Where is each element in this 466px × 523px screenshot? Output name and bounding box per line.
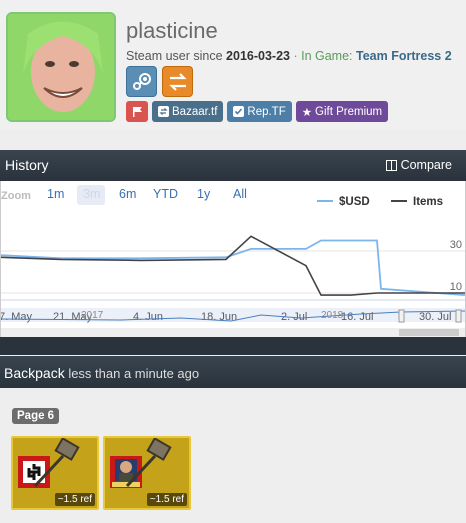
zoom-button-1y[interactable]: 1y: [197, 187, 211, 201]
navigator-handle-left[interactable]: [398, 309, 405, 323]
profile-badges: Bazaar.tf Rep.TF ★ Gift Premium: [126, 101, 389, 122]
zoom-button-YTD[interactable]: YTD: [153, 187, 178, 201]
bazaar-link[interactable]: Bazaar.tf: [152, 101, 224, 122]
navigator-scrollbar-thumb[interactable]: [399, 329, 459, 336]
navigator-handle-right[interactable]: [455, 309, 462, 323]
series-line-Items: [0, 235, 465, 296]
backpack-item[interactable]: ~1.5 ref: [11, 436, 99, 510]
backpack-panel-header: Backpack less than a minute ago: [0, 356, 466, 388]
username: plasticine: [126, 18, 218, 43]
page-label: Page 6: [12, 408, 60, 424]
history-panel-header: History Compare: [0, 150, 466, 181]
series-line-$USD: [0, 239, 466, 296]
zoom-button-All[interactable]: All: [233, 187, 247, 201]
profile-header: plasticine Steam user since 2016-03-23 ·…: [0, 0, 466, 130]
zoom-button-3m[interactable]: 3m: [83, 187, 100, 201]
compare-button[interactable]: Compare: [385, 158, 452, 172]
bazaar-icon: [158, 106, 169, 117]
since-prefix: Steam user since: [126, 49, 227, 63]
since-date: 2016-03-23: [226, 49, 290, 63]
backpack-title: Backpack: [4, 365, 65, 381]
backpack-updated: less than a minute ago: [64, 366, 200, 381]
legend-label[interactable]: Items: [413, 196, 443, 208]
history-chart-svg[interactable]: Zoom1m3m6mYTD1yAll$USDItems10307. May21.…: [0, 181, 466, 337]
legend-label[interactable]: $USD: [339, 196, 370, 208]
flag-icon: [132, 107, 142, 117]
report-button[interactable]: [126, 101, 148, 122]
ingame-prefix: · In Game:: [290, 49, 356, 63]
steam-since: Steam user since 2016-03-23 · In Game: T…: [126, 49, 452, 63]
zoom-label: Zoom: [1, 190, 31, 202]
bazaar-label: Bazaar.tf: [172, 105, 218, 118]
reptf-label: Rep.TF: [247, 105, 286, 118]
y-tick-label: 10: [450, 281, 462, 293]
columns-icon: [385, 159, 397, 171]
navigator-label: 2017: [81, 310, 104, 321]
check-icon: [233, 106, 245, 117]
star-icon: ★: [301, 106, 313, 119]
backpack-title-group: Backpack less than a minute ago: [4, 365, 199, 381]
zoom-button-6m[interactable]: 6m: [119, 187, 136, 201]
steam-profile-button[interactable]: [126, 66, 157, 97]
history-title: History: [5, 157, 49, 173]
steam-icon: [132, 72, 151, 90]
history-chart[interactable]: Zoom1m3m6mYTD1yAll$USDItems10307. May21.…: [0, 181, 466, 337]
gift-label: Gift Premium: [315, 105, 383, 118]
game-link[interactable]: Team Fortress 2: [356, 49, 452, 63]
navigator-scrollbar[interactable]: [1, 328, 465, 337]
avatar[interactable]: [6, 12, 116, 122]
gift-premium-button[interactable]: ★ Gift Premium: [295, 101, 389, 122]
zoom-button-1m[interactable]: 1m: [47, 187, 64, 201]
navigator-label: 2018: [321, 310, 344, 321]
exchange-icon: [168, 72, 187, 91]
reptf-link[interactable]: Rep.TF: [227, 101, 292, 122]
y-tick-label: 30: [450, 239, 462, 251]
compare-label: Compare: [400, 158, 452, 172]
chart-footer: [0, 337, 466, 355]
item-price: ~1.5 ref: [54, 493, 95, 506]
item-price: ~1.5 ref: [146, 493, 187, 506]
trade-offer-button[interactable]: [162, 66, 193, 97]
backpack-item[interactable]: ~1.5 ref: [103, 436, 191, 510]
